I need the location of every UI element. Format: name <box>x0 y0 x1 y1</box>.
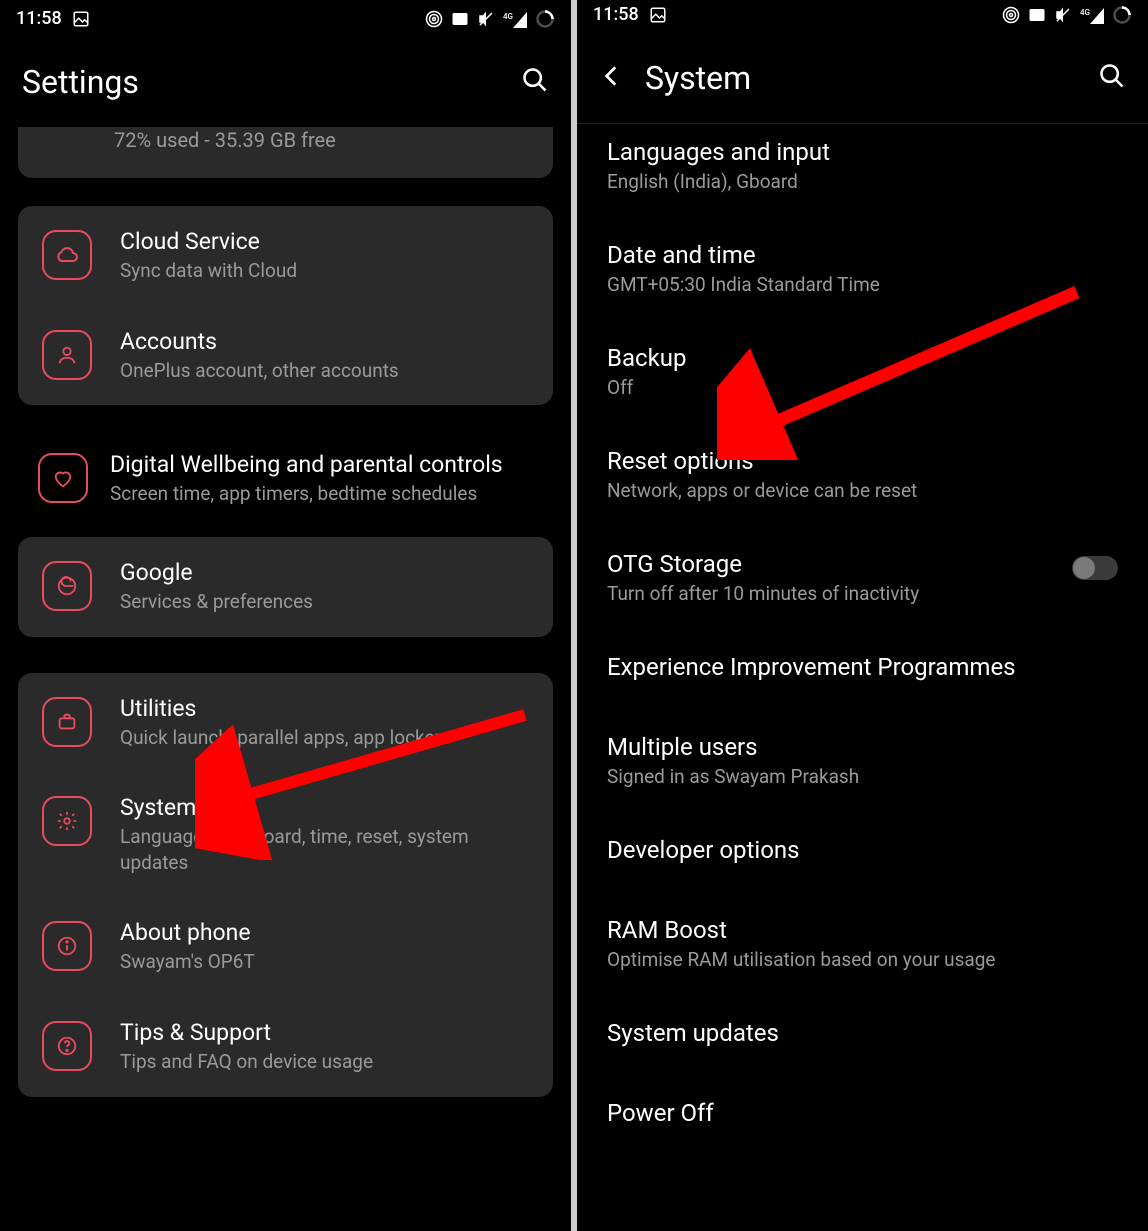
item-title: About phone <box>120 919 529 946</box>
google-icon <box>56 575 78 597</box>
item-sub: Sync data with Cloud <box>120 258 529 284</box>
date-time-row[interactable]: Date and time GMT+05:30 India Standard T… <box>577 217 1148 320</box>
item-sub: Tips and FAQ on device usage <box>120 1049 529 1075</box>
row-title: RAM Boost <box>607 916 1118 944</box>
row-title: Reset options <box>607 447 1118 475</box>
google-item[interactable]: Google Services & preferences <box>18 537 553 637</box>
row-sub: Optimise RAM utilisation based on your u… <box>607 948 1118 971</box>
multiple-users-row[interactable]: Multiple users Signed in as Swayam Praka… <box>577 709 1148 812</box>
languages-row[interactable]: Languages and input English (India), Gbo… <box>577 124 1148 217</box>
user-icon <box>56 344 78 366</box>
svg-text:4G: 4G <box>503 12 513 21</box>
cloud-accounts-card: Cloud Service Sync data with Cloud Accou… <box>18 206 553 405</box>
item-sub: Screen time, app timers, bedtime schedul… <box>110 481 533 507</box>
system-screen: 11:58 4G System Languages and input Engl… <box>577 0 1148 1231</box>
hotspot-icon <box>1002 6 1020 24</box>
page-header: Settings <box>0 37 571 127</box>
page-title: Settings <box>22 63 501 101</box>
signal-4g-icon: 4G <box>1080 6 1104 24</box>
system-list: Languages and input English (India), Gbo… <box>577 124 1148 1231</box>
row-title: Multiple users <box>607 733 1118 761</box>
item-title: Cloud Service <box>120 228 529 255</box>
power-off-row[interactable]: Power Off <box>577 1075 1148 1155</box>
row-sub: Network, apps or device can be reset <box>607 479 1118 502</box>
item-title: System <box>120 794 529 821</box>
row-title: Power Off <box>607 1099 1118 1127</box>
back-icon[interactable] <box>599 63 625 93</box>
image-icon <box>649 6 667 24</box>
item-title: Tips & Support <box>120 1019 529 1046</box>
status-time: 11:58 <box>16 8 62 29</box>
row-sub: GMT+05:30 India Standard Time <box>607 273 1118 296</box>
item-sub: Swayam's OP6T <box>120 949 529 975</box>
row-title: Date and time <box>607 241 1118 269</box>
tips-support-item[interactable]: Tips & Support Tips and FAQ on device us… <box>18 997 553 1097</box>
status-bar: 11:58 4G <box>0 0 571 37</box>
google-card: Google Services & preferences <box>18 537 553 637</box>
page-header: System <box>577 33 1148 123</box>
cloud-icon <box>55 243 79 267</box>
status-bar: 11:58 4G <box>577 0 1148 33</box>
storage-subtitle: 72% used - 35.39 GB free <box>114 127 336 154</box>
row-title: Developer options <box>607 836 1118 864</box>
gear-icon <box>56 810 78 832</box>
volte-icon <box>1028 6 1046 24</box>
row-sub: English (India), Gboard <box>607 170 1118 193</box>
item-title: Accounts <box>120 328 529 355</box>
loading-icon <box>1112 5 1132 25</box>
mute-icon <box>477 10 495 28</box>
system-card: Utilities Quick launch, parallel apps, a… <box>18 673 553 1097</box>
developer-options-row[interactable]: Developer options <box>577 812 1148 892</box>
row-title: Experience Improvement Programmes <box>607 653 1118 681</box>
about-phone-item[interactable]: About phone Swayam's OP6T <box>18 897 553 997</box>
utilities-item[interactable]: Utilities Quick launch, parallel apps, a… <box>18 673 553 773</box>
signal-4g-icon: 4G <box>503 10 527 28</box>
help-icon <box>56 1035 78 1057</box>
item-sub: OnePlus account, other accounts <box>120 358 529 384</box>
briefcase-icon <box>56 711 78 733</box>
item-title: Google <box>120 559 529 586</box>
info-icon <box>56 935 78 957</box>
row-title: System updates <box>607 1019 1118 1047</box>
digital-wellbeing-item[interactable]: Digital Wellbeing and parental controls … <box>18 433 553 529</box>
mute-icon <box>1054 6 1072 24</box>
cloud-service-item[interactable]: Cloud Service Sync data with Cloud <box>18 206 553 306</box>
item-title: Digital Wellbeing and parental controls <box>110 451 533 478</box>
row-sub: Signed in as Swayam Prakash <box>607 765 1118 788</box>
hotspot-icon <box>425 10 443 28</box>
storage-card-partial[interactable]: 72% used - 35.39 GB free <box>18 127 553 178</box>
reset-options-row[interactable]: Reset options Network, apps or device ca… <box>577 423 1148 526</box>
accounts-item[interactable]: Accounts OnePlus account, other accounts <box>18 306 553 406</box>
search-icon[interactable] <box>521 66 549 98</box>
heart-icon <box>52 467 74 489</box>
ram-boost-row[interactable]: RAM Boost Optimise RAM utilisation based… <box>577 892 1148 995</box>
row-sub: Off <box>607 376 1118 399</box>
volte-icon <box>451 10 469 28</box>
backup-row[interactable]: Backup Off <box>577 320 1148 423</box>
item-title: Utilities <box>120 695 529 722</box>
search-icon[interactable] <box>1098 62 1126 94</box>
row-title: OTG Storage <box>607 550 1060 578</box>
settings-screen: 11:58 4G Settings 72% used - 35.39 GB fr… <box>0 0 571 1231</box>
page-title: System <box>645 59 1078 97</box>
svg-text:4G: 4G <box>1080 8 1090 17</box>
settings-list: 72% used - 35.39 GB free Cloud Service S… <box>0 127 571 1231</box>
row-title: Languages and input <box>607 138 1118 166</box>
otg-toggle[interactable] <box>1072 556 1118 580</box>
otg-storage-row[interactable]: OTG Storage Turn off after 10 minutes of… <box>577 526 1148 629</box>
row-sub: Turn off after 10 minutes of inactivity <box>607 582 1060 605</box>
item-sub: Quick launch, parallel apps, app locker <box>120 725 529 751</box>
system-updates-row[interactable]: System updates <box>577 995 1148 1075</box>
item-sub: Services & preferences <box>120 589 529 615</box>
image-icon <box>72 10 90 28</box>
loading-icon <box>535 9 555 29</box>
row-title: Backup <box>607 344 1118 372</box>
experience-row[interactable]: Experience Improvement Programmes <box>577 629 1148 709</box>
item-sub: Language & keyboard, time, reset, system… <box>120 824 529 875</box>
status-time: 11:58 <box>593 4 639 25</box>
system-item[interactable]: System Language & keyboard, time, reset,… <box>18 772 553 897</box>
